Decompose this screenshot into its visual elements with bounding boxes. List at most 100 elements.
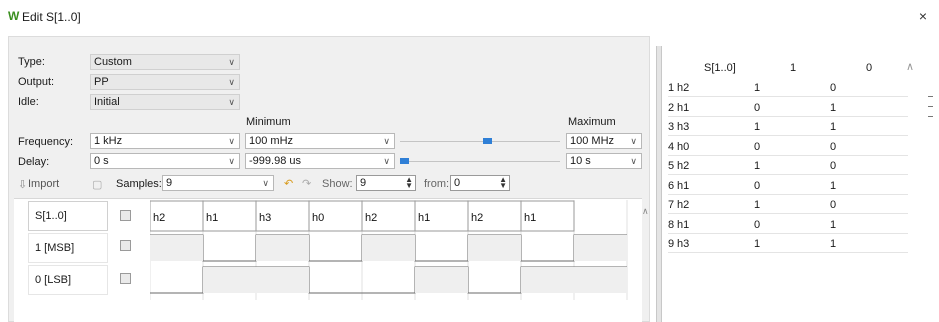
splitter-grip-icon[interactable] [928,96,933,126]
samples-label: Samples: [116,178,162,190]
cell-bit0: 0 [830,82,837,94]
signal-label: 0 [LSB] [35,274,72,286]
type-select[interactable]: Custom ∨ [90,54,240,70]
idle-select[interactable]: Initial ∨ [90,94,240,110]
output-label: Output: [18,76,55,88]
delay-slider-thumb[interactable] [400,158,409,164]
msb-wave-fill [256,235,309,261]
table-row[interactable]: 5 h2 1 0 [668,156,908,175]
chevron-down-icon: ∨ [630,156,637,166]
frequency-slider[interactable] [400,141,560,142]
idle-label: Idle: [18,96,39,108]
import-icon: ⇩ [18,179,28,191]
lsb-wave-fill [574,267,627,293]
frequency-slider-thumb[interactable] [483,138,493,144]
table-row[interactable]: 4 h0 0 0 [668,137,908,156]
chevron-down-icon: ∨ [228,136,235,146]
splitter-handle[interactable] [656,46,662,322]
show-spinbox[interactable]: 9 ▲ ▼ [356,175,416,191]
signal-label: 1 [MSB] [35,242,75,254]
table-row[interactable]: 7 h2 1 0 [668,195,908,214]
waveform-chart[interactable]: h2 h1 h3 h0 h2 h1 h2 h1 [150,200,638,300]
samples-select[interactable]: 9 ∨ [162,175,274,191]
bus-label: h2 [365,212,377,224]
delay-min-value: -999.98 us [249,155,301,167]
output-select-value: PP [94,76,109,88]
cell-value: h3 [677,121,690,133]
table-row[interactable]: 9 h3 1 1 [668,234,908,253]
signal-toggle-icon[interactable] [120,273,131,284]
type-select-value: Custom [94,56,132,68]
lsb-wave-fill [203,267,256,293]
cell-value: h1 [677,179,690,192]
bus-label: h2 [471,212,483,224]
table-row[interactable]: 3 h3 1 1 [668,117,908,136]
table-row[interactable]: 2 h1 0 1 [668,98,908,117]
cell-bit1: 1 [754,160,761,172]
signal-name-lsb[interactable]: 0 [LSB] [28,265,108,295]
window-title: Edit S[1..0] [22,10,81,24]
cell-bit0: 1 [830,101,837,114]
table-row[interactable]: 8 h1 0 1 [668,215,908,234]
frequency-min-select[interactable]: 100 mHz ∨ [245,133,395,149]
cell-value: h2 [677,160,690,172]
delay-max-value: 10 s [570,155,591,167]
table-row[interactable]: 1 h2 1 0 [668,78,908,97]
cell-value: h3 [677,238,690,250]
undo-icon[interactable]: ↶ [284,177,293,190]
bus-label: h1 [206,212,218,224]
idle-select-value: Initial [94,96,120,108]
frequency-max-value: 100 MHz [570,135,615,147]
cell-bit0: 1 [830,218,837,231]
signal-toggle-icon[interactable] [120,210,131,221]
delay-min-select[interactable]: -999.98 us ∨ [245,153,395,169]
signal-label: S[1..0] [35,210,67,222]
bus-label: h1 [524,212,536,224]
msb-wave-fill [362,235,415,261]
cell-bit1: 0 [754,101,761,114]
delay-select[interactable]: 0 s ∨ [90,153,240,169]
export-icon[interactable]: ▢ [92,178,102,191]
bus-label: h3 [259,212,271,224]
bus-label: h0 [312,212,324,224]
from-value: 0 [454,177,461,189]
show-label: Show: [322,178,353,190]
title-bar: W Edit S[1..0] × [0,0,939,34]
delay-label: Delay: [18,156,50,168]
chevron-down-icon: ∨ [383,136,390,146]
chevron-up-icon[interactable]: ∧ [642,206,649,217]
chevron-down-icon: ∨ [228,57,235,67]
signal-name-bus[interactable]: S[1..0] [28,201,108,231]
bus-label: h2 [153,212,165,224]
frequency-select[interactable]: 1 kHz ∨ [90,133,240,149]
chevron-down-icon: ∨ [383,156,390,166]
delay-value: 0 s [94,155,109,167]
signal-toggle-icon[interactable] [120,240,131,251]
delay-max-select[interactable]: 10 s ∨ [566,153,642,169]
cell-bit1: 1 [754,238,761,250]
from-spinbox[interactable]: 0 ▲ ▼ [450,175,510,191]
close-icon[interactable]: × [919,8,927,24]
maximum-header: Maximum [568,116,616,128]
type-label: Type: [18,56,45,68]
redo-icon[interactable]: ↷ [302,177,311,190]
table-row[interactable]: 6 h1 0 1 [668,176,908,195]
spin-arrows-icon[interactable]: ▲ ▼ [405,176,413,190]
spin-arrows-icon[interactable]: ▲ ▼ [499,176,507,190]
cell-bit1: 0 [754,218,761,231]
lsb-wave-fill [521,267,574,293]
cell-bit0: 1 [830,121,837,133]
cell-bit1: 1 [754,199,761,211]
delay-slider[interactable] [400,161,560,162]
import-button[interactable]: Import [28,178,59,190]
cell-bit1: 0 [754,179,761,192]
sample-table: S[1..0] 1 0 ∧ 1 h2 1 0 2 h1 0 1 3 h3 1 1 4 h0 0 0 5 h2 1 0 6… [668,56,921,266]
frequency-value: 1 kHz [94,135,123,147]
msb-wave-fill [468,235,521,261]
show-value: 9 [360,177,367,189]
output-select[interactable]: PP ∨ [90,74,240,90]
signal-name-msb[interactable]: 1 [MSB] [28,233,108,263]
frequency-max-select[interactable]: 100 MHz ∨ [566,133,642,149]
lsb-wave-fill [256,267,309,293]
msb-wave-fill [574,235,627,261]
